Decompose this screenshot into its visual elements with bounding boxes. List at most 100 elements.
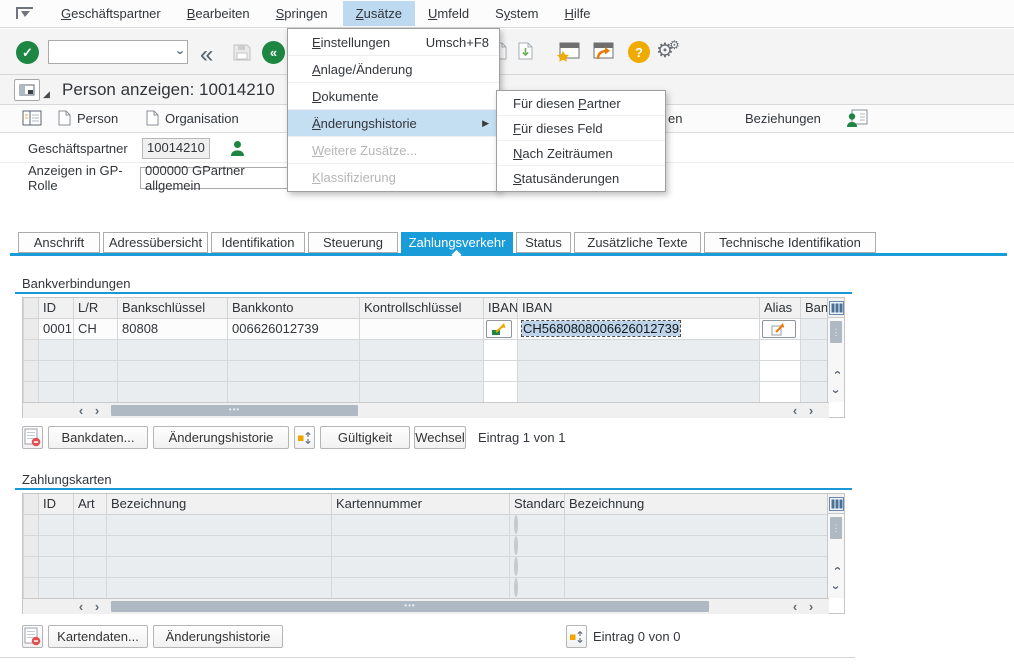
continue-icon[interactable] <box>16 7 34 20</box>
scroll-left-icon[interactable]: ‹ <box>73 403 89 418</box>
person-button[interactable]: Person <box>52 107 124 129</box>
scroll-up-icon[interactable]: › <box>829 364 844 381</box>
submenu-item-label: Nach Zeiträumen <box>513 146 613 161</box>
kartendaten-button[interactable]: Kartendaten... <box>48 625 148 648</box>
gueltigkeit-button[interactable]: Gültigkeit <box>320 426 410 449</box>
col-bankkonto: Bankkonto <box>228 298 360 318</box>
card-table-empty-row[interactable] <box>24 556 828 577</box>
col-art: Art <box>74 494 107 514</box>
entries-scroll-icon[interactable] <box>294 426 315 449</box>
card-table-empty-row[interactable] <box>24 514 828 535</box>
layout-dropdown-icon[interactable]: ◢ <box>43 89 50 100</box>
bank-table-empty-row[interactable] <box>24 360 828 381</box>
help-icon[interactable]: ? <box>628 41 650 63</box>
scrollbar-thumb[interactable]: ⋮ <box>830 321 842 343</box>
table-settings-icon[interactable] <box>828 494 844 514</box>
menu-item-einstellungen[interactable]: Einstellungen Umsch+F8 <box>288 29 499 56</box>
scroll-up-icon[interactable]: › <box>829 560 844 577</box>
scroll-right-icon[interactable]: › <box>803 599 819 614</box>
scroll-left-icon[interactable]: ‹ <box>787 403 803 418</box>
menu-item-dokumente[interactable]: Dokumente <box>288 83 499 110</box>
card-entry-info: Eintrag 0 von 0 <box>593 629 680 644</box>
scroll-right-icon[interactable]: › <box>89 403 105 418</box>
scroll-down-icon[interactable]: › <box>829 383 844 400</box>
iban-value[interactable]: CH5680808006626012739 <box>522 321 680 336</box>
organisation-button[interactable]: Organisation <box>140 107 245 129</box>
menu-item-anlage-aenderung[interactable]: Anlage/Änderung <box>288 56 499 83</box>
alias-button[interactable] <box>762 320 796 338</box>
standard-radio[interactable] <box>514 515 518 534</box>
tab-zusaetzliche-texte[interactable]: Zusätzliche Texte <box>574 232 701 253</box>
menu-umfeld[interactable]: Umfeld <box>415 1 482 26</box>
scroll-left-icon[interactable]: ‹ <box>787 599 803 614</box>
save-icon[interactable] <box>232 42 252 62</box>
bank-table-empty-row[interactable] <box>24 339 828 360</box>
standard-radio[interactable] <box>514 557 518 576</box>
partner-label: Geschäftspartner <box>0 141 140 156</box>
new-session-icon[interactable] <box>556 42 580 62</box>
bank-aenderungshistorie-button[interactable]: Änderungshistorie <box>153 426 289 449</box>
shortcut-icon[interactable] <box>592 42 616 62</box>
bankdaten-button[interactable]: Bankdaten... <box>48 426 148 449</box>
standard-radio[interactable] <box>514 536 518 555</box>
col-lr: L/R <box>74 298 118 318</box>
scroll-left-icon[interactable]: ‹ <box>73 599 89 614</box>
menu-system[interactable]: System <box>482 1 551 26</box>
role-combobox[interactable]: 000000 GPartner allgemein › <box>140 167 308 189</box>
bank-table-empty-row[interactable] <box>24 381 828 402</box>
customize-icon[interactable]: ⚙⚙ <box>656 38 680 63</box>
beziehungen-button[interactable]: Beziehungen <box>745 111 821 126</box>
menu-zusaetze[interactable]: Zusätze <box>343 1 415 26</box>
scroll-right-icon[interactable]: › <box>89 599 105 614</box>
col-alias: Alias <box>760 298 801 318</box>
exit-icon[interactable]: « <box>262 41 285 64</box>
menu-item-label: Anlage/Änderung <box>312 62 412 77</box>
scrollbar-thumb[interactable]: ••• <box>111 601 709 612</box>
entries-scroll-icon[interactable] <box>566 625 587 648</box>
scrollbar-thumb[interactable]: ⋮ <box>830 517 842 539</box>
delete-card-row-button[interactable] <box>22 625 43 648</box>
card-table-empty-row[interactable] <box>24 535 828 556</box>
zusaetze-menu: Einstellungen Umsch+F8 Anlage/Änderung D… <box>287 28 500 192</box>
menu-item-aenderungshistorie[interactable]: Änderungshistorie ▶ <box>288 110 499 137</box>
select-all-cell[interactable] <box>24 298 39 318</box>
bank-table-row[interactable]: 0001 CH 80808 006626012739 CH56808080066… <box>24 318 828 339</box>
select-all-cell[interactable] <box>24 494 39 514</box>
enter-icon[interactable]: ✓ <box>16 41 39 64</box>
hidden-button-fragment[interactable]: en <box>668 111 682 126</box>
wechsel-button[interactable]: Wechsel <box>414 426 466 449</box>
iban-detail-button[interactable] <box>486 320 512 338</box>
row-selector[interactable] <box>24 318 39 339</box>
menu-bearbeiten[interactable]: Bearbeiten <box>174 1 263 26</box>
back-icon[interactable]: « <box>200 45 213 65</box>
tab-anschrift[interactable]: Anschrift <box>18 232 100 253</box>
role-label: Anzeigen in GP-Rolle <box>0 163 140 193</box>
command-field[interactable]: › <box>48 40 188 64</box>
submenu-item-fuer-diesen-partner[interactable]: Für diesen Partner <box>497 91 665 116</box>
tab-status[interactable]: Status <box>516 232 571 253</box>
submenu-item-fuer-dieses-feld[interactable]: Für dieses Feld <box>497 116 665 141</box>
col-iban-icon: IBAN <box>484 298 518 318</box>
page-down-icon[interactable] <box>518 42 533 60</box>
scroll-down-icon[interactable]: › <box>829 579 844 596</box>
partner-relationship-icon[interactable] <box>845 108 869 128</box>
menu-springen[interactable]: Springen <box>263 1 341 26</box>
standard-radio[interactable] <box>514 578 518 597</box>
tab-technische-identifikation[interactable]: Technische Identifikation <box>704 232 876 253</box>
menu-geschaeftspartner[interactable]: Geschäftspartner <box>48 1 174 26</box>
partner-input[interactable]: 10014210 <box>142 138 210 159</box>
tab-steuerung[interactable]: Steuerung <box>308 232 398 253</box>
scroll-right-icon[interactable]: › <box>803 403 819 418</box>
locator-toggle-button[interactable] <box>16 107 48 129</box>
bank-section-underline <box>15 292 852 294</box>
submenu-item-statusaenderungen[interactable]: Statusänderungen <box>497 166 665 191</box>
layout-menu-button[interactable] <box>14 79 40 101</box>
table-settings-icon[interactable] <box>828 298 844 318</box>
delete-bank-row-button[interactable] <box>22 426 43 449</box>
tab-identifikation[interactable]: Identifikation <box>211 232 305 253</box>
menu-hilfe[interactable]: Hilfe <box>551 1 603 26</box>
tab-adressuebersicht[interactable]: Adressübersicht <box>103 232 208 253</box>
card-aenderungshistorie-button[interactable]: Änderungshistorie <box>153 625 283 648</box>
scrollbar-thumb[interactable]: ••• <box>111 405 358 416</box>
card-table-empty-row[interactable] <box>24 577 828 598</box>
